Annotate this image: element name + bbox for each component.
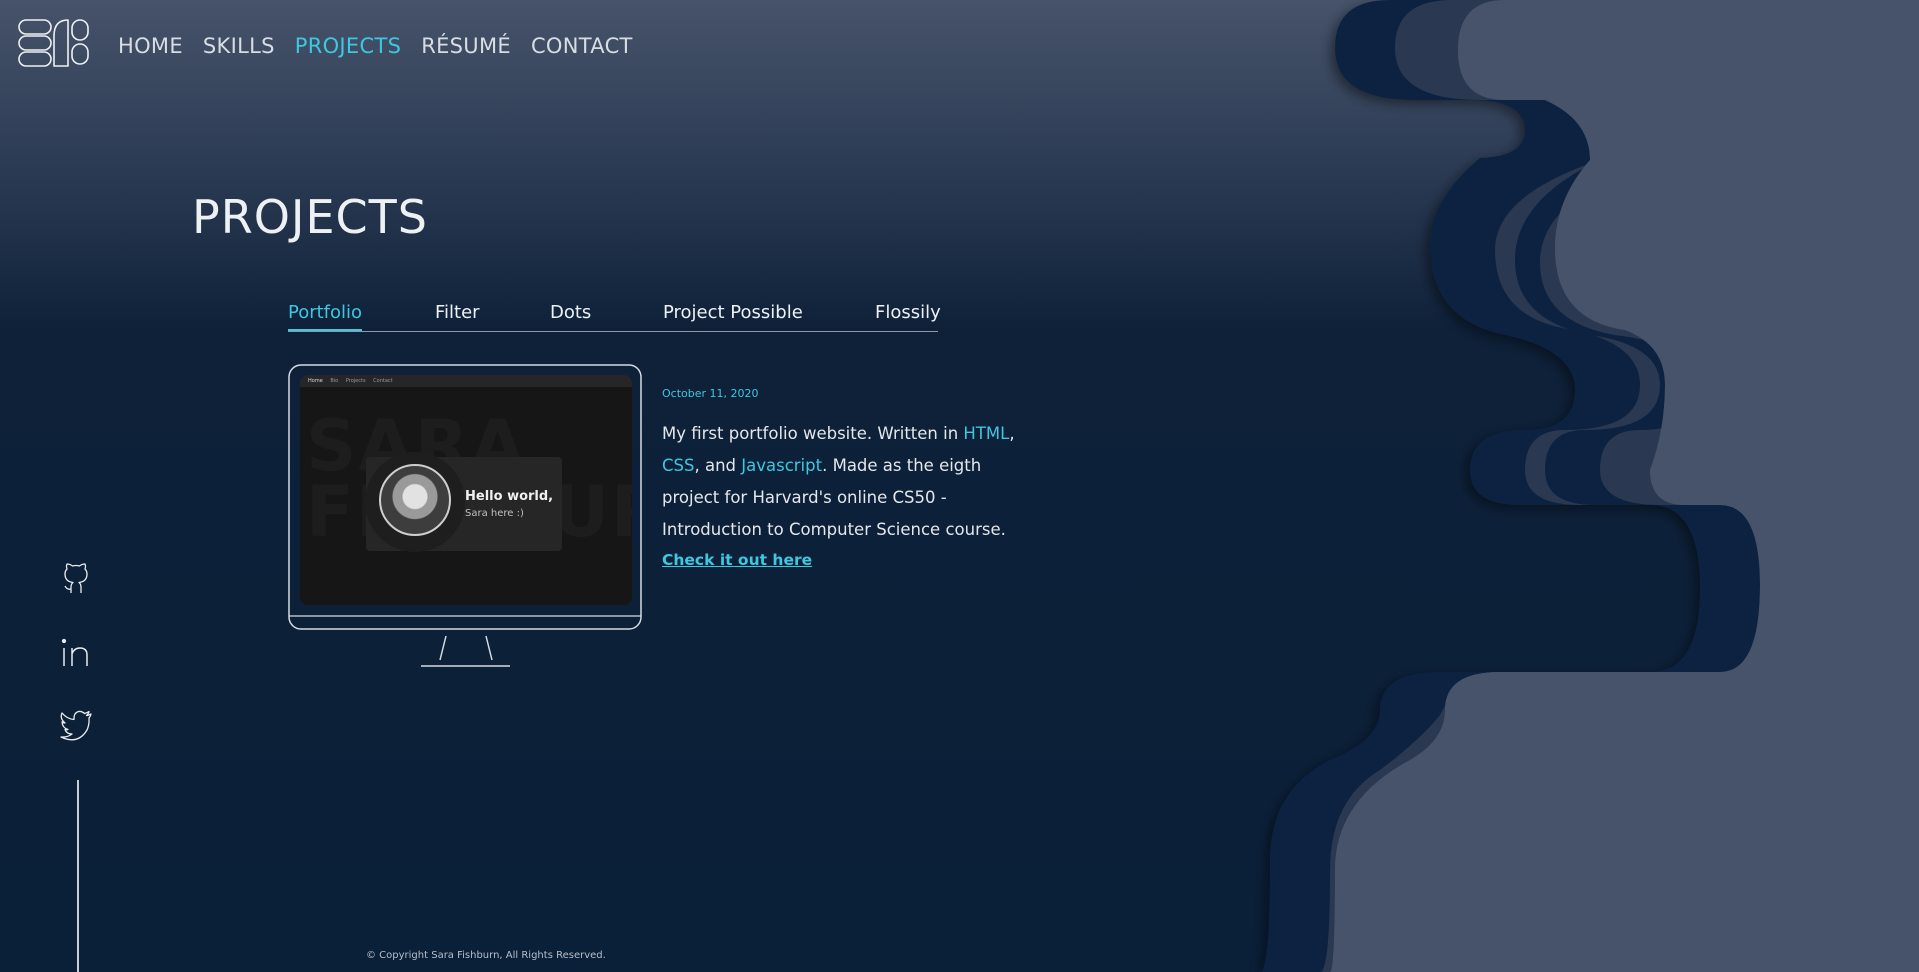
tab-project-possible[interactable]: Project Possible (663, 302, 803, 329)
check-it-out-link[interactable]: Check it out here (662, 551, 812, 569)
tech-html-link[interactable]: HTML (963, 424, 1009, 443)
tech-javascript-link[interactable]: Javascript (741, 456, 822, 475)
nav-home[interactable]: HOME (118, 34, 183, 58)
project-screenshot[interactable]: Home Bio Projects Contact SARAFISHBURN H… (300, 375, 632, 605)
footer-copyright: © Copyright Sara Fishburn, All Rights Re… (366, 950, 606, 961)
tab-flossily[interactable]: Flossily (875, 302, 941, 329)
project-description: My first portfolio website. Written in H… (662, 424, 1015, 539)
page-title: PROJECTS (192, 190, 428, 244)
preview-subgreeting: Sara here :) (465, 508, 524, 519)
project-tabs: Portfolio Filter Dots Project Possible F… (288, 302, 941, 332)
social-divider-line (77, 780, 79, 972)
site-logo[interactable] (18, 18, 90, 70)
preview-avatar (379, 464, 451, 536)
tech-css-link[interactable]: CSS (662, 456, 694, 475)
preview-nav: Home Bio Projects Contact (300, 375, 632, 387)
nav-contact[interactable]: CONTACT (531, 34, 633, 58)
tab-portfolio[interactable]: Portfolio (288, 302, 363, 331)
github-icon[interactable] (58, 560, 94, 596)
nav-skills[interactable]: SKILLS (203, 34, 275, 58)
preview-greeting: Hello world, (465, 489, 554, 504)
linkedin-icon[interactable] (58, 634, 94, 670)
project-preview-monitor: Home Bio Projects Contact SARAFISHBURN H… (288, 364, 642, 668)
nav-projects[interactable]: PROJECTS (295, 34, 401, 58)
project-date: October 11, 2020 (662, 387, 759, 400)
tab-dots[interactable]: Dots (550, 302, 591, 329)
twitter-icon[interactable] (58, 706, 94, 742)
tab-filter[interactable]: Filter (435, 302, 480, 329)
main-nav: HOME SKILLS PROJECTS RÉSUMÉ CONTACT (118, 34, 633, 58)
nav-resume[interactable]: RÉSUMÉ (421, 34, 511, 58)
